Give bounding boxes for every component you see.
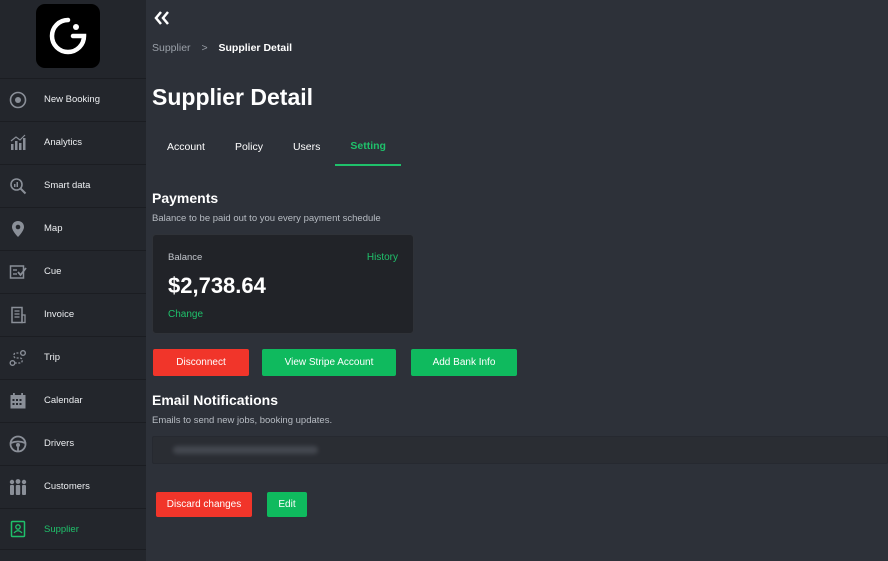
breadcrumb-separator: > — [201, 42, 208, 54]
sidebar-item-label: Drivers — [44, 438, 75, 449]
email-input[interactable] — [152, 436, 888, 464]
sidebar-item-cue[interactable]: Cue — [0, 250, 146, 292]
payments-title: Payments — [152, 190, 219, 206]
email-blurred-value — [173, 446, 318, 454]
tab-account[interactable]: Account — [152, 128, 220, 166]
check-list-icon — [0, 263, 36, 281]
sidebar-item-calendar[interactable]: Calendar — [0, 379, 146, 421]
view-stripe-account-button[interactable]: View Stripe Account — [262, 349, 396, 376]
discard-changes-button[interactable]: Discard changes — [156, 492, 252, 517]
edit-button[interactable]: Edit — [267, 492, 307, 517]
sidebar-item-label: Invoice — [44, 309, 75, 320]
breadcrumb: Supplier > Supplier Detail — [152, 42, 292, 54]
tab-setting[interactable]: Setting — [335, 128, 401, 166]
balance-amount: $2,738.64 — [168, 273, 266, 298]
steering-wheel-icon — [0, 435, 36, 453]
email-notifications-subtitle: Emails to send new jobs, booking updates… — [152, 415, 333, 426]
sidebar-item-analytics[interactable]: Analytics — [0, 121, 146, 163]
main-content: Supplier > Supplier Detail Supplier Deta… — [146, 0, 888, 561]
invoice-icon — [0, 306, 36, 324]
balance-card: Balance History $2,738.64 Change — [152, 234, 414, 334]
change-link[interactable]: Change — [168, 309, 203, 320]
sidebar-item-label: Calendar — [44, 395, 83, 406]
analytics-icon — [0, 134, 36, 152]
sidebar-item-label: Supplier — [44, 523, 79, 535]
email-notifications-title: Email Notifications — [152, 392, 279, 408]
route-icon — [0, 349, 36, 367]
sidebar-item-label: Map — [44, 223, 63, 234]
search-chart-icon — [0, 177, 36, 195]
breadcrumb-current: Supplier Detail — [218, 42, 293, 54]
tab-users[interactable]: Users — [278, 128, 335, 166]
logo-area — [0, 0, 146, 78]
sidebar-item-map[interactable]: Map — [0, 207, 146, 249]
calendar-icon — [0, 392, 36, 410]
sidebar-item-supplier[interactable]: Supplier — [0, 508, 146, 550]
plus-circle-icon — [0, 91, 36, 109]
tab-bar: Account Policy Users Setting — [152, 128, 401, 166]
sidebar-item-label: Trip — [44, 352, 61, 363]
sidebar-item-smart-data[interactable]: Smart data — [0, 164, 146, 206]
sidebar-item-label: Analytics — [44, 137, 83, 148]
disconnect-button[interactable]: Disconnect — [153, 349, 249, 376]
history-link[interactable]: History — [367, 252, 398, 263]
add-bank-info-button[interactable]: Add Bank Info — [411, 349, 517, 376]
sidebar-item-new-booking[interactable]: New Booking — [0, 78, 146, 120]
sidebar-item-label: Customers — [44, 481, 90, 492]
payments-subtitle: Balance to be paid out to you every paym… — [152, 213, 381, 224]
collapse-sidebar-icon[interactable] — [154, 10, 170, 31]
page-title: Supplier Detail — [152, 84, 314, 110]
tab-policy[interactable]: Policy — [220, 128, 278, 166]
sidebar-item-trip[interactable]: Trip — [0, 336, 146, 378]
sidebar-item-label: Cue — [44, 266, 62, 277]
sidebar-item-customers[interactable]: Customers — [0, 465, 146, 507]
map-pin-icon — [0, 220, 36, 238]
sidebar-item-invoice[interactable]: Invoice — [0, 293, 146, 335]
sidebar-item-drivers[interactable]: Drivers — [0, 422, 146, 464]
app-logo[interactable] — [36, 4, 100, 68]
sidebar-item-label: Smart data — [44, 180, 91, 191]
people-icon — [0, 478, 36, 496]
breadcrumb-parent-link[interactable]: Supplier — [152, 42, 191, 54]
sidebar-item-label: New Booking — [44, 94, 100, 105]
balance-label: Balance — [168, 252, 203, 263]
supplier-icon — [0, 520, 36, 538]
sidebar: New Booking Analytics Smart data Map Cue… — [0, 0, 146, 561]
